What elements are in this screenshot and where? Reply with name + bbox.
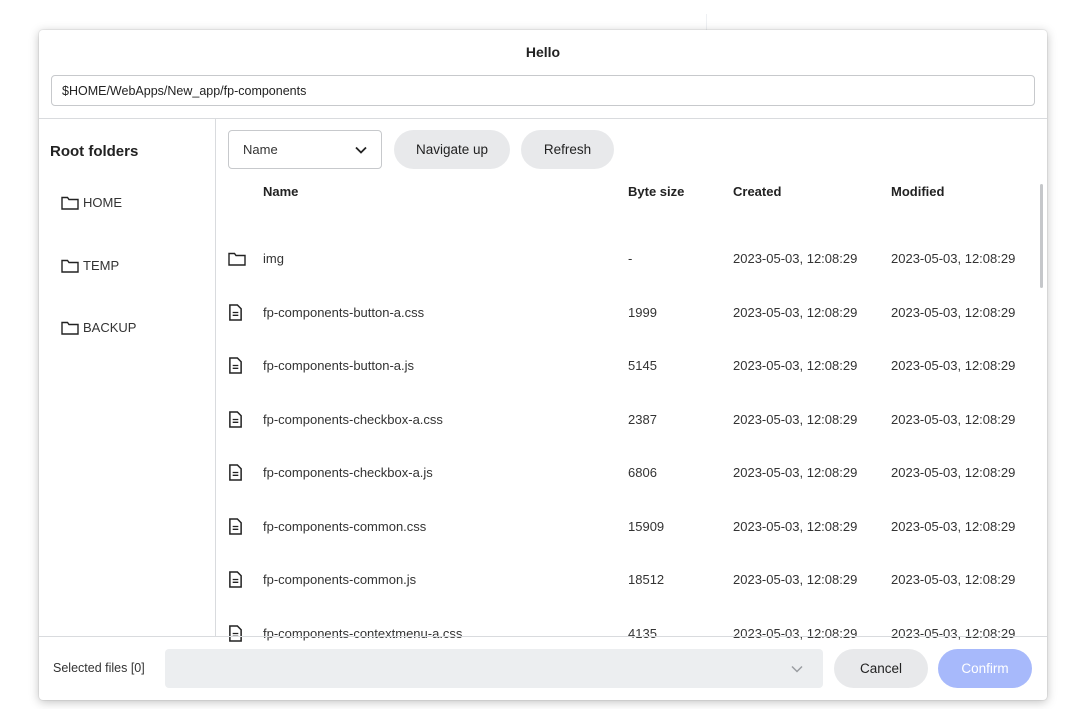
- root-folder-label: HOME: [83, 195, 122, 210]
- root-folder-label: BACKUP: [83, 320, 137, 335]
- folder-icon: [61, 196, 79, 210]
- file-created: 2023-05-03, 12:08:29: [733, 625, 858, 641]
- table-row[interactable]: img - 2023-05-03, 12:08:29 2023-05-03, 12:0…: [216, 250, 1036, 302]
- file-created: 2023-05-03, 12:08:29: [733, 251, 858, 266]
- file-icon: [228, 464, 246, 482]
- file-size: 15909: [628, 518, 665, 534]
- dialog-title: Hello: [525, 44, 561, 60]
- file-modified: 2023-05-03, 12:08:29: [891, 358, 1016, 373]
- folder-icon: [228, 250, 246, 268]
- file-name: fp-components-checkbox-a.css: [263, 411, 443, 427]
- column-header-name[interactable]: Name: [263, 184, 298, 199]
- file-size: 5145: [628, 358, 657, 373]
- root-folder-home[interactable]: HOME: [61, 195, 122, 210]
- column-header-created[interactable]: Created: [733, 184, 781, 199]
- file-icon: [228, 624, 246, 643]
- path-input[interactable]: [51, 75, 1035, 106]
- file-modified: 2023-05-03, 12:08:29: [891, 251, 1016, 266]
- file-size: 18512: [628, 572, 665, 587]
- file-icon: [228, 410, 246, 429]
- file-created: 2023-05-03, 12:08:29: [733, 411, 858, 427]
- confirm-button[interactable]: Confirm: [938, 649, 1032, 688]
- file-modified: 2023-05-03, 12:08:29: [891, 304, 1016, 320]
- file-modified: 2023-05-03, 12:08:29: [891, 465, 1016, 480]
- file-modified: 2023-05-03, 12:08:29: [891, 411, 1016, 427]
- scrollbar[interactable]: [1040, 184, 1043, 288]
- sort-select[interactable]: Name: [228, 130, 382, 169]
- table-row[interactable]: fp-components-button-a.js 5145 2023-05-03,…: [216, 357, 1036, 409]
- file-name: fp-components-checkbox-a.js: [263, 465, 433, 480]
- folder-icon: [61, 321, 79, 335]
- file-name: img: [263, 251, 284, 266]
- table-row[interactable]: fp-components-checkbox-a.css 2387 2023-05-…: [216, 410, 1036, 463]
- sidebar-title: Root folders: [50, 143, 139, 160]
- navigate-up-button[interactable]: Navigate up: [394, 130, 510, 169]
- selected-files-label: Selected files [0]: [53, 661, 145, 675]
- selected-files-dropdown[interactable]: [165, 649, 823, 688]
- file-icon: [228, 357, 246, 375]
- root-folder-backup[interactable]: BACKUP: [61, 320, 136, 335]
- file-size: 6806: [628, 465, 657, 480]
- table-row[interactable]: fp-components-common.css 15909 2023-05-03,…: [216, 517, 1036, 570]
- file-created: 2023-05-03, 12:08:29: [733, 465, 858, 480]
- file-modified: 2023-05-03, 12:08:29: [891, 625, 1016, 641]
- table-row[interactable]: fp-components-checkbox-a.js 6806 2023-05-0…: [216, 464, 1036, 516]
- file-icon: [228, 571, 246, 589]
- folder-icon: [61, 259, 79, 273]
- background-divider: [706, 14, 707, 30]
- file-modified: 2023-05-03, 12:08:29: [891, 572, 1016, 587]
- file-created: 2023-05-03, 12:08:29: [733, 358, 858, 373]
- file-browser-dialog: Hello Root folders HOME TEMP BACKUP Name…: [39, 30, 1047, 700]
- file-icon: [228, 303, 246, 322]
- file-created: 2023-05-03, 12:08:29: [733, 572, 858, 587]
- chevron-down-icon: [355, 146, 367, 154]
- sort-select-value: Name: [243, 142, 278, 157]
- file-name: fp-components-button-a.css: [263, 304, 425, 320]
- file-name: fp-components-common.js: [263, 572, 417, 587]
- file-created: 2023-05-03, 12:08:29: [733, 304, 858, 320]
- table-row[interactable]: fp-components-button-a.css 1999 2023-05-03…: [216, 303, 1036, 356]
- file-name: fp-components-common.css: [263, 518, 427, 534]
- table-row[interactable]: fp-components-common.js 18512 2023-05-03, …: [216, 571, 1036, 623]
- file-modified: 2023-05-03, 12:08:29: [891, 518, 1016, 534]
- file-size: -: [628, 251, 633, 266]
- file-name: fp-components-contextmenu-a.css: [263, 625, 463, 641]
- file-size: 2387: [628, 411, 657, 427]
- column-header-modified[interactable]: Modified: [891, 184, 944, 199]
- chevron-down-icon: [791, 665, 803, 673]
- file-size: 4135: [628, 625, 657, 641]
- root-folder-temp[interactable]: TEMP: [61, 258, 119, 273]
- divider: [39, 636, 1047, 637]
- root-folders-sidebar: Root folders HOME TEMP BACKUP: [39, 119, 216, 636]
- file-icon: [228, 517, 246, 536]
- file-created: 2023-05-03, 12:08:29: [733, 518, 858, 534]
- file-size: 1999: [628, 304, 657, 320]
- refresh-button[interactable]: Refresh: [521, 130, 614, 169]
- column-header-byte-size[interactable]: Byte size: [628, 184, 684, 199]
- file-name: fp-components-button-a.js: [263, 358, 415, 373]
- root-folder-label: TEMP: [83, 258, 120, 273]
- cancel-button[interactable]: Cancel: [834, 649, 928, 688]
